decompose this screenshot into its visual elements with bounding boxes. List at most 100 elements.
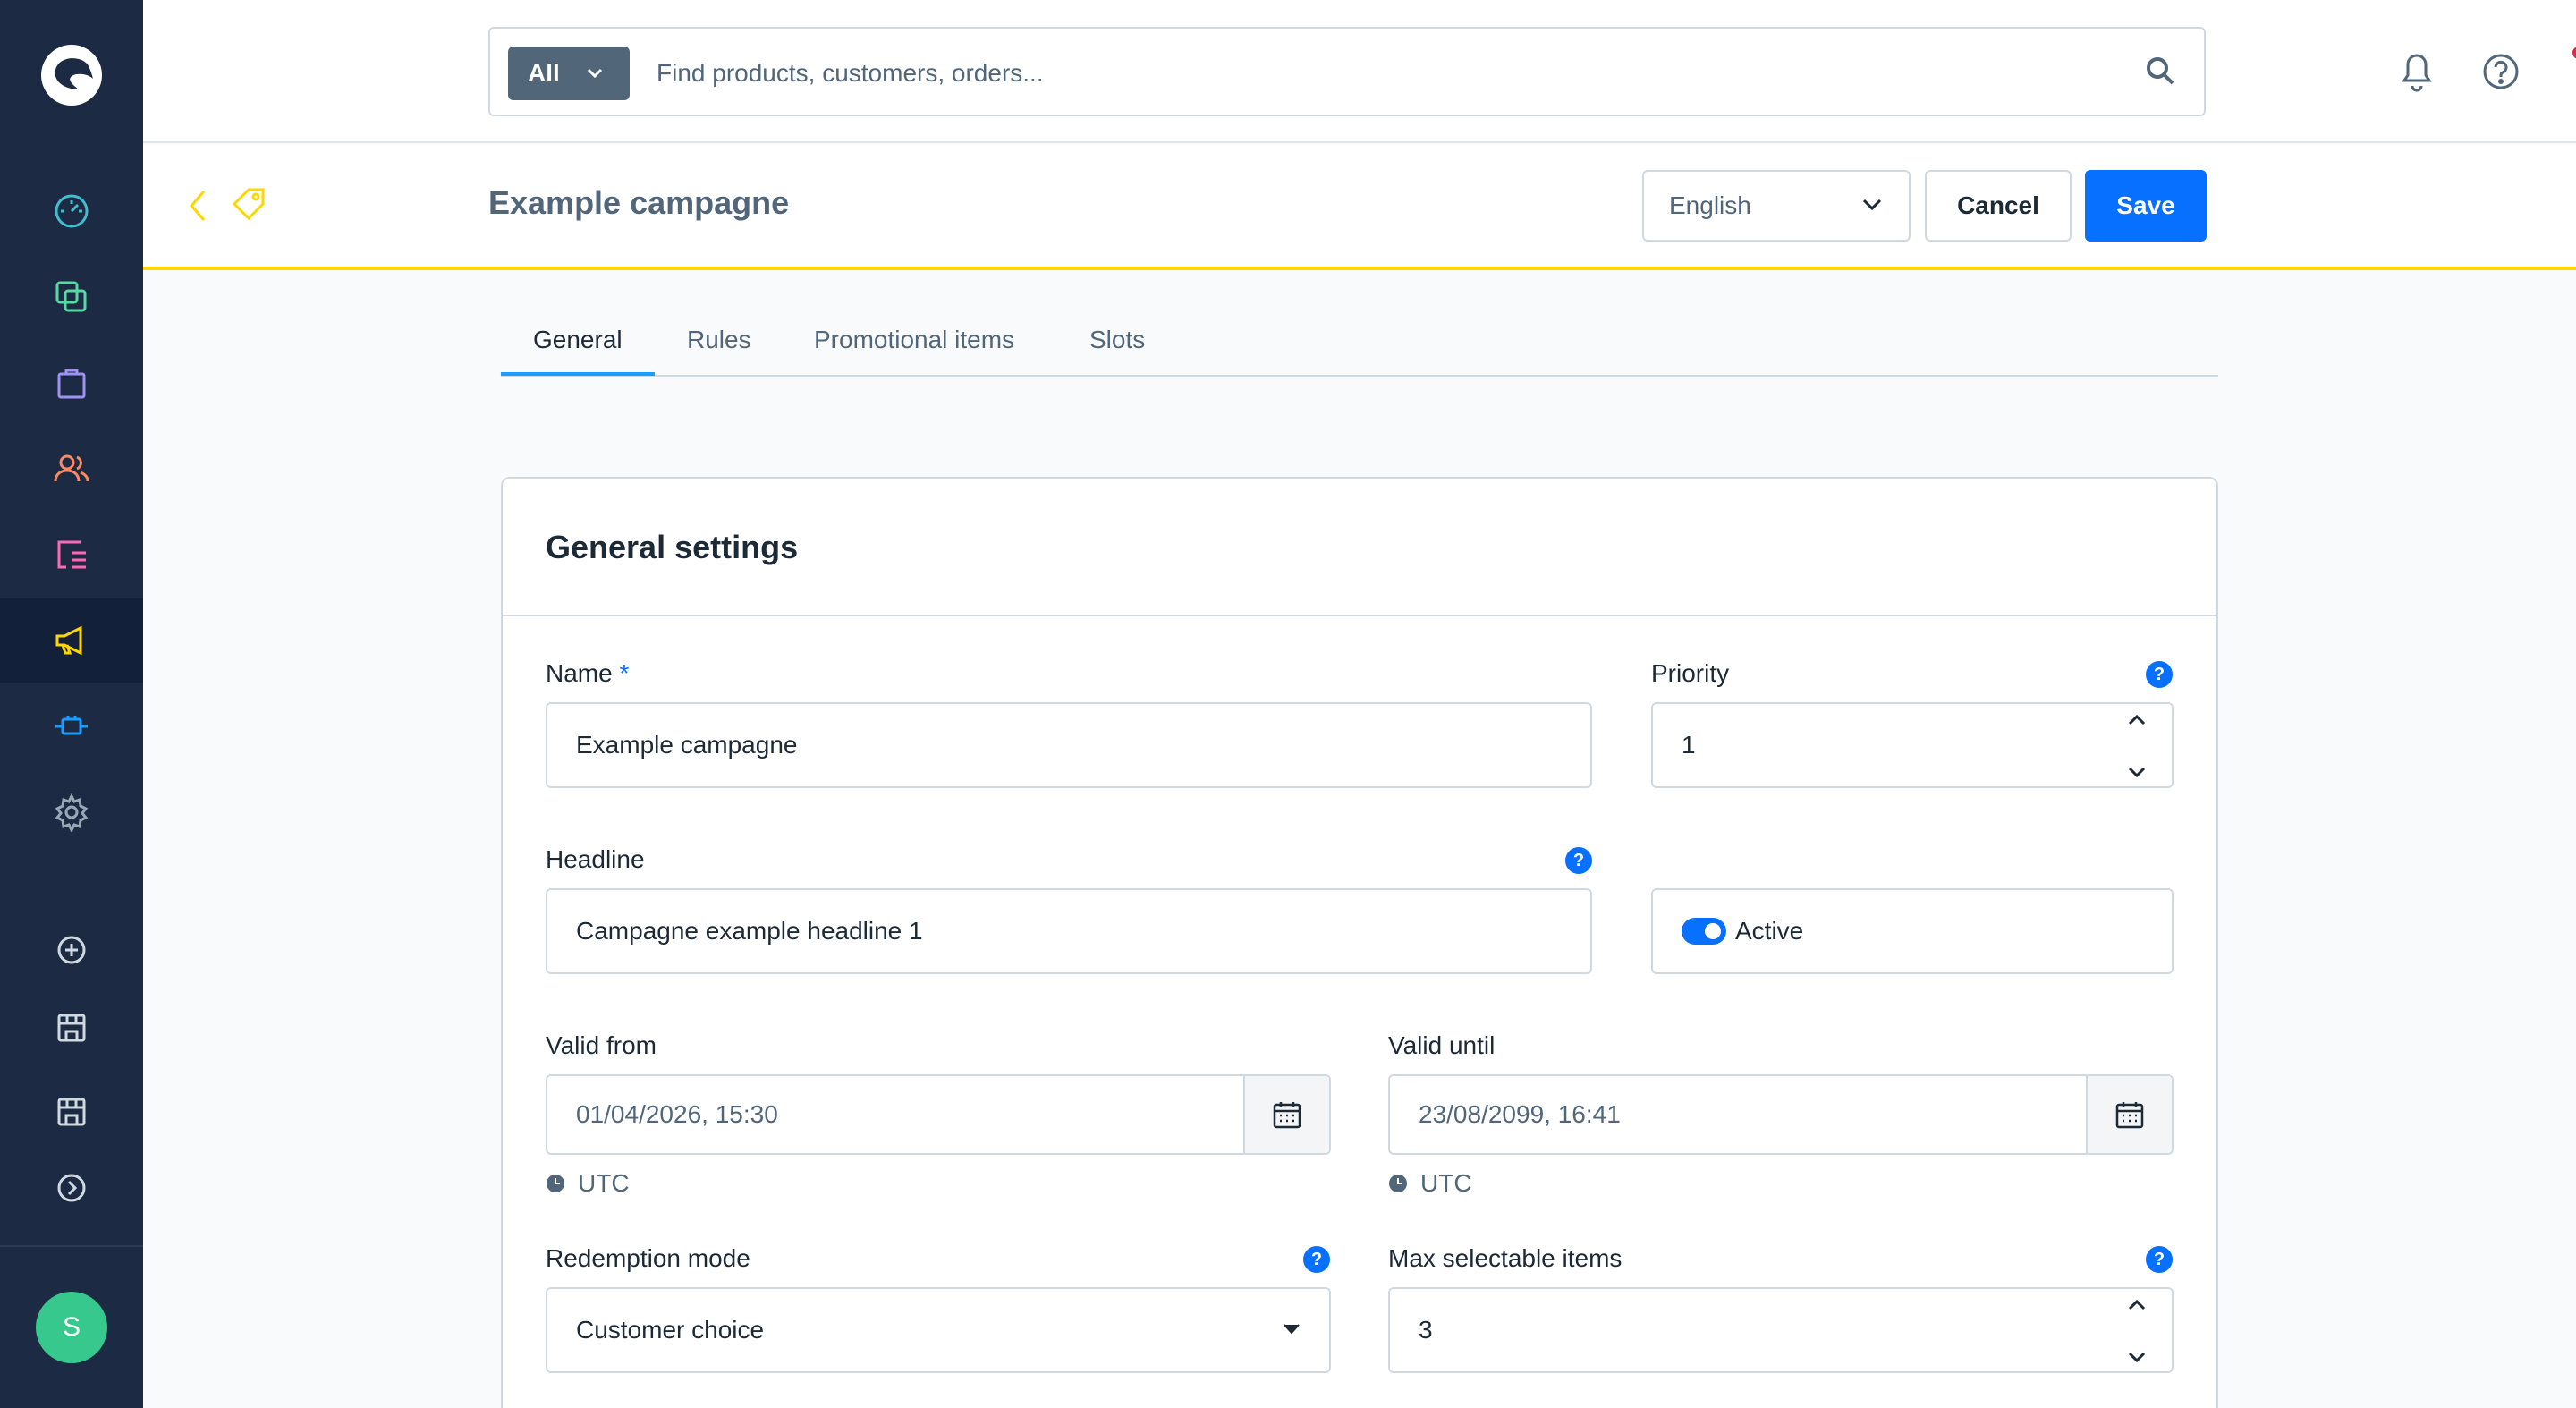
valid-until-timezone: UTC (1388, 1169, 1472, 1198)
headline-field[interactable] (546, 888, 1592, 974)
tab-promotional-items[interactable]: Promotional items (814, 326, 1014, 354)
redemption-mode-value: Customer choice (576, 1316, 765, 1344)
sidebar-divider (0, 1245, 143, 1247)
sidebar: S (0, 0, 143, 1408)
save-button[interactable]: Save (2085, 170, 2207, 242)
search-type-dropdown[interactable]: All (508, 47, 630, 100)
tab-slots[interactable]: Slots (1089, 326, 1145, 354)
valid-from-timezone-label: UTC (578, 1169, 630, 1197)
page-title: Example campagne (488, 184, 790, 221)
card-title: General settings (546, 529, 799, 565)
general-settings-card: General settings Name * Priority ? Headl… (501, 477, 2218, 1408)
valid-until-input[interactable] (1419, 1100, 2172, 1129)
nav-catalog[interactable] (0, 255, 143, 339)
active-tab-indicator (501, 372, 655, 376)
content-icon (57, 540, 86, 569)
tag-icon (232, 188, 265, 221)
tab-rules[interactable]: Rules (687, 326, 751, 354)
search-type-label: All (528, 59, 560, 87)
max-selectable-field[interactable] (1388, 1287, 2174, 1373)
valid-from-field[interactable] (546, 1074, 1331, 1155)
chevron-down-icon (1862, 199, 1882, 211)
tab-bar: General Rules Promotional items Slots (501, 311, 2218, 377)
avatar[interactable]: S (36, 1292, 107, 1363)
nav-customers[interactable] (0, 427, 143, 511)
max-selectable-help-icon[interactable]: ? (2146, 1246, 2173, 1273)
search-icon[interactable] (2145, 55, 2177, 88)
priority-help-icon[interactable]: ? (2146, 661, 2173, 688)
settings-icon (55, 793, 89, 832)
name-label: Name * (546, 659, 629, 688)
valid-until-label: Valid until (1388, 1031, 1496, 1059)
top-bar: All (143, 0, 2576, 143)
priority-input[interactable] (1682, 731, 2172, 759)
valid-until-calendar-button[interactable] (2086, 1076, 2172, 1153)
name-input[interactable] (576, 731, 1590, 759)
nav-expand[interactable] (0, 1146, 143, 1230)
nav-settings[interactable] (0, 770, 143, 854)
clock-icon (1389, 1175, 1407, 1192)
active-toggle[interactable] (1682, 918, 1726, 945)
active-field: Active (1651, 888, 2174, 974)
priority-label: Priority (1651, 659, 1730, 687)
notification-badge (2572, 47, 2576, 59)
nav-marketing[interactable] (0, 598, 143, 683)
back-arrow-icon[interactable] (186, 188, 208, 224)
max-selectable-input[interactable] (1419, 1316, 2172, 1344)
language-switch[interactable]: English (1642, 170, 1911, 242)
name-label-text: Name (546, 659, 613, 687)
nav-orders[interactable] (0, 341, 143, 425)
card-divider (503, 615, 2216, 616)
orders-icon (57, 369, 86, 399)
valid-from-calendar-button[interactable] (1243, 1076, 1329, 1153)
bell-icon[interactable] (2397, 48, 2436, 93)
nav-content[interactable] (0, 513, 143, 597)
nav-add-sales-channel[interactable] (0, 908, 143, 992)
valid-from-input[interactable] (576, 1100, 1329, 1129)
marketing-icon (55, 625, 82, 656)
nav-extensions[interactable] (0, 684, 143, 768)
cancel-button[interactable]: Cancel (1925, 170, 2072, 242)
chevron-down-icon[interactable] (2128, 1352, 2146, 1362)
redemption-mode-label: Redemption mode (546, 1244, 750, 1272)
storefront-icon (57, 1014, 86, 1042)
dashboard-icon (55, 194, 89, 228)
required-mark: * (619, 659, 630, 687)
tab-general[interactable]: General (533, 326, 623, 354)
valid-until-field[interactable] (1388, 1074, 2174, 1155)
customers-icon (54, 454, 89, 482)
nav-dashboard[interactable] (0, 169, 143, 253)
add-sales-channel-icon (57, 936, 86, 964)
headline-label: Headline (546, 845, 645, 873)
priority-stepper[interactable] (2123, 715, 2150, 777)
priority-field[interactable] (1651, 702, 2174, 788)
calendar-icon (1273, 1102, 1301, 1129)
chevron-down-icon (587, 68, 603, 79)
extensions-icon (55, 716, 88, 735)
chevron-down-icon[interactable] (2128, 767, 2146, 777)
global-search: All (488, 27, 2206, 116)
max-selectable-label: Max selectable items (1388, 1244, 1623, 1272)
nav-sales-channel-2[interactable] (0, 1070, 143, 1154)
chevron-up-icon[interactable] (2128, 715, 2146, 725)
name-field[interactable] (546, 702, 1592, 788)
redemption-mode-help-icon[interactable]: ? (1303, 1246, 1330, 1273)
headline-help-icon[interactable]: ? (1565, 847, 1592, 874)
valid-from-label: Valid from (546, 1031, 657, 1059)
smart-bar: Example campagne English Cancel Save (143, 145, 2576, 270)
expand-icon (57, 1174, 86, 1202)
language-value: English (1669, 191, 1751, 219)
help-icon[interactable] (2481, 52, 2521, 91)
valid-from-timezone: UTC (546, 1169, 630, 1198)
chevron-up-icon[interactable] (2128, 1300, 2146, 1310)
redemption-mode-select[interactable]: Customer choice (546, 1287, 1331, 1373)
nav-sales-channel-1[interactable] (0, 986, 143, 1070)
max-selectable-stepper[interactable] (2123, 1300, 2150, 1362)
search-input[interactable] (657, 47, 2088, 100)
valid-until-timezone-label: UTC (1420, 1169, 1472, 1197)
catalog-icon (55, 281, 87, 312)
clock-icon (547, 1175, 564, 1192)
headline-input[interactable] (576, 917, 1590, 946)
active-label: Active (1735, 917, 1804, 945)
shopware-logo[interactable] (39, 43, 104, 107)
